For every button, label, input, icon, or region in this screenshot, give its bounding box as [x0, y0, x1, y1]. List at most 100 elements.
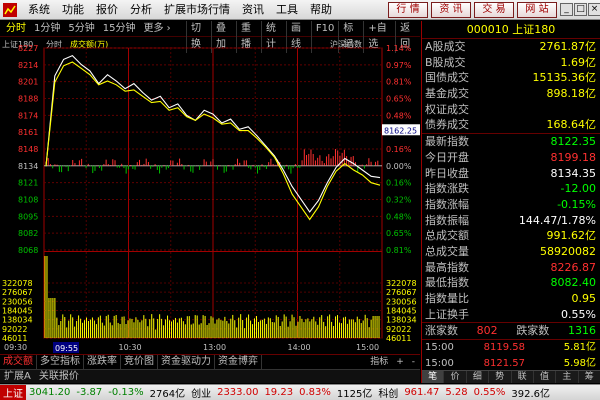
stat-label: 上证换手	[425, 307, 469, 321]
indicator-tab[interactable]: 成交额	[0, 355, 37, 369]
up-count-label: 涨家数	[425, 324, 458, 338]
updown-counts: 涨家数 802 跌家数 1316	[422, 323, 600, 339]
quote-panel-tab[interactable]: 主	[556, 371, 579, 383]
volume-tick-label: 276067	[2, 288, 33, 297]
maximize-icon[interactable]: □	[574, 3, 587, 16]
top-button[interactable]: 交 易	[474, 2, 514, 18]
menu-item[interactable]: 扩展市场行情	[158, 0, 236, 20]
turnover-value: 898.18亿	[546, 87, 597, 101]
volume-tick-label: 322078	[2, 279, 33, 288]
top-button-group: 行 情资 讯交 易网 站	[388, 2, 557, 18]
quote-panel-tab[interactable]: 筹	[579, 371, 600, 383]
indicator-control-button[interactable]: -	[409, 355, 418, 369]
stat-value: 8226.87	[550, 260, 597, 274]
volume-tick-label: 46011	[2, 334, 27, 343]
minimize-icon[interactable]: _	[560, 3, 573, 16]
indicator-tab[interactable]: 资金驱动力	[158, 355, 215, 369]
pct-tick-label: 1.14%	[386, 44, 412, 53]
pct-tick-label: 0.65%	[386, 229, 412, 238]
top-button[interactable]: 行 情	[388, 2, 428, 18]
quote-panel-tab[interactable]: 势	[489, 371, 512, 383]
top-button[interactable]: 网 站	[517, 2, 557, 18]
stat-label: 最高指数	[425, 260, 469, 274]
stat-row: 最低指数 8082.40	[422, 275, 600, 291]
relate-bar: 扩展A 关联报价	[0, 369, 420, 383]
stat-row: 指数涨跌 -12.00	[422, 181, 600, 197]
indicator-tab[interactable]: 资金博弈	[215, 355, 262, 369]
stat-row: 指数涨幅 -0.15%	[422, 197, 600, 213]
volume-tick-label: 184045	[2, 307, 33, 316]
top-button[interactable]: 资 讯	[431, 2, 471, 18]
menu-item[interactable]: 工具	[270, 0, 304, 20]
menu-item[interactable]: 分析	[124, 0, 158, 20]
relate-tab[interactable]: 关联报价	[35, 370, 83, 383]
price-tick-label: 8148	[18, 145, 38, 154]
stat-label: 总成交量	[425, 244, 469, 258]
intraday-chart[interactable]: 上证180 分时 成交额(万) 沪深指数 8227 1.14% 8214 0.97% 8201 0…	[0, 38, 420, 354]
quote-panel: 000010 上证180 A股成交 2761.87亿 B股成交 1.69亿 国债成交 15…	[421, 21, 600, 384]
pct-tick-label: 0.16%	[386, 179, 412, 188]
price-tick-label: 8214	[18, 61, 38, 70]
quote-panel-tab[interactable]: 细	[467, 371, 490, 383]
status-item: 上证	[0, 385, 26, 400]
period-tab[interactable]: 更多 ›	[139, 21, 174, 37]
window-controls: _ □ ×	[560, 3, 600, 16]
index-stats: 最新指数 8122.35 今日开盘 8199.18 昨日收盘 8134.35 指数涨跌 -12…	[422, 134, 600, 322]
indicator-tab[interactable]: 竞价图	[121, 355, 158, 369]
price-tick-label: 8121	[18, 179, 38, 188]
turnover-row: B股成交 1.69亿	[422, 55, 600, 71]
indicator-control-button[interactable]: 指标	[367, 355, 391, 369]
period-tab[interactable]: 5分钟	[64, 21, 98, 37]
stat-label: 指数振幅	[425, 213, 469, 227]
chart-svg[interactable]: 上证180 分时 成交额(万) 沪深指数8227 1.14%8214 0.97%8201 0…	[0, 38, 420, 354]
volume-tick-label-right: 92022	[386, 325, 411, 334]
period-tab[interactable]: 分时	[2, 21, 30, 37]
quote-panel-tab[interactable]: 笔	[422, 371, 445, 383]
indicator-tab-list: 成交额 多空指标 涨跌率 竞价图 资金驱动力 资金博弈	[0, 355, 262, 369]
close-icon[interactable]: ×	[588, 3, 600, 16]
status-item: 0.83%	[299, 387, 331, 398]
stat-value: 8122.35	[550, 135, 597, 149]
indicator-control-button[interactable]: +	[393, 355, 407, 369]
period-tab[interactable]: 1分钟	[30, 21, 64, 37]
menu-item[interactable]: 系统	[22, 0, 56, 20]
stat-value: 991.62亿	[546, 229, 597, 243]
indicator-tab[interactable]: 多空指标	[37, 355, 84, 369]
stat-label: 指数量比	[425, 292, 469, 305]
status-item: 科创	[378, 389, 399, 400]
menu-item[interactable]: 报价	[90, 0, 124, 20]
time-tick-label: 13:00	[203, 343, 226, 352]
quote-panel-tab[interactable]: 价	[444, 371, 467, 383]
volume-tick-label-right: 322078	[386, 279, 417, 288]
pct-tick-label: 0.16%	[386, 145, 412, 154]
time-tick-label: 09:30	[4, 343, 27, 352]
relate-tab[interactable]: 扩展A	[0, 370, 35, 383]
time-tick-label: 14:00	[288, 343, 311, 352]
turnover-value: 15135.36亿	[532, 71, 597, 85]
turnover-label: 权证成交	[425, 102, 469, 116]
quote-panel-tab[interactable]: 联	[512, 371, 534, 383]
status-item: 0.55%	[473, 387, 506, 398]
up-count-value: 802	[476, 324, 498, 338]
menu-item[interactable]: 帮助	[304, 0, 338, 20]
status-item: 961.47	[404, 387, 440, 398]
turnover-row: A股成交 2761.87亿	[422, 39, 600, 55]
stat-row: 总成交量 58920082	[422, 244, 600, 260]
quote-title: 000010 上证180	[422, 21, 600, 39]
turnover-row: 国债成交 15135.36亿	[422, 70, 600, 86]
pct-tick-label: 0.97%	[386, 61, 412, 70]
pct-tick-label: 0.00%	[386, 162, 412, 171]
price-tick-label: 8188	[18, 95, 38, 104]
turnover-label: 国债成交	[425, 71, 469, 85]
period-tab[interactable]: 15分钟	[99, 21, 140, 37]
quote-panel-tab[interactable]: 值	[534, 371, 557, 383]
stat-label: 指数涨跌	[425, 182, 469, 196]
indicator-tab[interactable]: 涨跌率	[84, 355, 121, 369]
main-menu: 系统 功能 报价 分析 扩展市场行情 资讯 工具 帮助	[22, 0, 338, 20]
menu-item[interactable]: 资讯	[236, 0, 270, 20]
stat-row: 最新指数 8122.35	[422, 134, 600, 150]
trade-time: 15:00	[425, 342, 454, 354]
menu-item[interactable]: 功能	[56, 0, 90, 20]
price-tick-label: 8108	[18, 196, 38, 205]
pct-tick-label: 0.65%	[386, 95, 412, 104]
